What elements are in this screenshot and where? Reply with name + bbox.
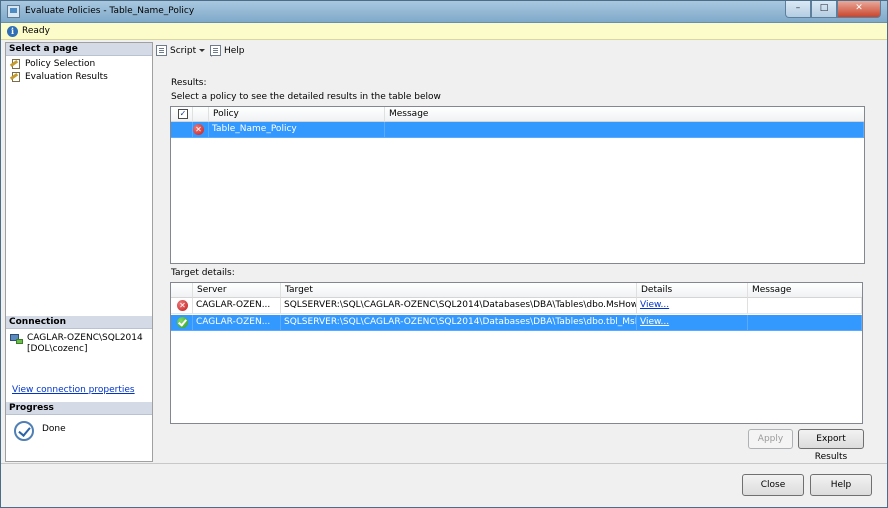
status-bar: i Ready — [1, 23, 887, 40]
title-bar[interactable]: Evaluate Policies - Table_Name_Policy – … — [1, 1, 887, 23]
close-window-button[interactable]: ✕ — [837, 1, 881, 18]
select-all-column-header[interactable]: ✓ — [171, 107, 193, 122]
status-text: Ready — [22, 26, 50, 36]
script-button[interactable]: Script — [156, 44, 196, 58]
apply-button[interactable]: Apply — [748, 429, 793, 449]
error-icon: ✕ — [177, 300, 188, 311]
page-wrench-icon — [9, 59, 22, 69]
target-details-label: Target details: — [171, 268, 235, 278]
table-row[interactable]: CAGLAR-OZEN... SQLSERVER:\SQL\CAGLAR-OZE… — [171, 315, 862, 331]
app-icon — [7, 5, 20, 18]
chevron-down-icon[interactable] — [199, 49, 205, 52]
select-all-checkbox[interactable]: ✓ — [178, 109, 188, 119]
select-page-header: Select a page — [6, 43, 152, 56]
sidebar-item-label: Evaluation Results — [25, 72, 108, 82]
view-details-link[interactable]: View... — [640, 300, 669, 310]
server-column-header[interactable]: Server — [193, 283, 281, 298]
row-checkbox-cell[interactable] — [171, 122, 193, 138]
server-cell: CAGLAR-OZEN... — [193, 315, 281, 331]
window-controls: – □ ✕ — [785, 1, 881, 18]
policy-message-cell — [385, 122, 864, 138]
row-status-cell: ✕ — [193, 122, 209, 138]
row-status-cell — [171, 315, 193, 331]
results-grid[interactable]: ✓ Policy Message ✕ Table_Name_Policy — [170, 106, 865, 264]
message-cell — [748, 298, 862, 314]
target-details-grid[interactable]: Server Target Details Message ✕ CAGLAR-O… — [170, 282, 863, 424]
done-check-icon — [14, 421, 34, 441]
script-icon — [156, 45, 167, 56]
sidebar: Select a page Policy Selection Evaluatio… — [5, 42, 153, 462]
help-button[interactable]: Help — [810, 474, 872, 496]
minimize-button[interactable]: – — [785, 1, 811, 18]
sidebar-item-policy-selection[interactable]: Policy Selection — [9, 58, 96, 70]
connection-info: CAGLAR-OZENC\SQL2014 [DOL\cozenc] — [10, 333, 143, 355]
server-connection-icon — [10, 334, 23, 344]
view-connection-properties-link[interactable]: View connection properties — [12, 385, 135, 395]
policy-name-cell: Table_Name_Policy — [209, 122, 385, 138]
status-column-header — [193, 107, 209, 122]
target-column-header[interactable]: Target — [281, 283, 637, 298]
results-instruction: Select a policy to see the detailed resu… — [171, 92, 441, 102]
evaluate-policies-window: Evaluate Policies - Table_Name_Policy – … — [0, 0, 888, 508]
target-message-column-header[interactable]: Message — [748, 283, 862, 298]
success-check-icon — [177, 317, 188, 328]
target-cell: SQLSERVER:\SQL\CAGLAR-OZENC\SQL2014\Data… — [281, 298, 637, 314]
server-cell: CAGLAR-OZEN... — [193, 298, 281, 314]
message-column-header[interactable]: Message — [385, 107, 864, 122]
status-column-header — [171, 283, 193, 298]
main-content: Script Help Results: Select a policy to … — [154, 42, 885, 462]
connection-user: [DOL\cozenc] — [27, 344, 88, 354]
page-wrench-icon — [9, 72, 22, 82]
details-cell: View... — [637, 298, 748, 314]
help-toolbar-button[interactable]: Help — [210, 44, 245, 58]
sidebar-item-label: Policy Selection — [25, 59, 96, 69]
connection-header: Connection — [6, 316, 152, 329]
window-title: Evaluate Policies - Table_Name_Policy — [25, 6, 195, 16]
info-icon: i — [7, 26, 18, 37]
toolbar: Script Help — [154, 42, 885, 60]
view-details-link[interactable]: View... — [640, 317, 669, 327]
help-label: Help — [224, 46, 245, 56]
dialog-button-bar: Close Help — [1, 463, 887, 507]
details-column-header[interactable]: Details — [637, 283, 748, 298]
message-cell — [748, 315, 862, 331]
progress-text: Done — [42, 424, 66, 434]
table-row[interactable]: ✕ CAGLAR-OZEN... SQLSERVER:\SQL\CAGLAR-O… — [171, 298, 862, 314]
close-button[interactable]: Close — [742, 474, 804, 496]
progress-header: Progress — [6, 402, 152, 415]
target-cell: SQLSERVER:\SQL\CAGLAR-OZENC\SQL2014\Data… — [281, 315, 637, 331]
help-icon — [210, 45, 221, 56]
sidebar-item-evaluation-results[interactable]: Evaluation Results — [9, 71, 108, 83]
maximize-button[interactable]: □ — [811, 1, 837, 18]
connection-server: CAGLAR-OZENC\SQL2014 — [27, 333, 143, 343]
row-status-cell: ✕ — [171, 298, 193, 314]
results-label: Results: — [171, 78, 207, 88]
table-row[interactable]: ✕ Table_Name_Policy — [171, 122, 864, 138]
export-results-button[interactable]: Export Results — [798, 429, 864, 462]
details-cell: View... — [637, 315, 748, 331]
script-label: Script — [170, 46, 197, 56]
policy-column-header[interactable]: Policy — [209, 107, 385, 122]
error-icon: ✕ — [193, 124, 204, 135]
